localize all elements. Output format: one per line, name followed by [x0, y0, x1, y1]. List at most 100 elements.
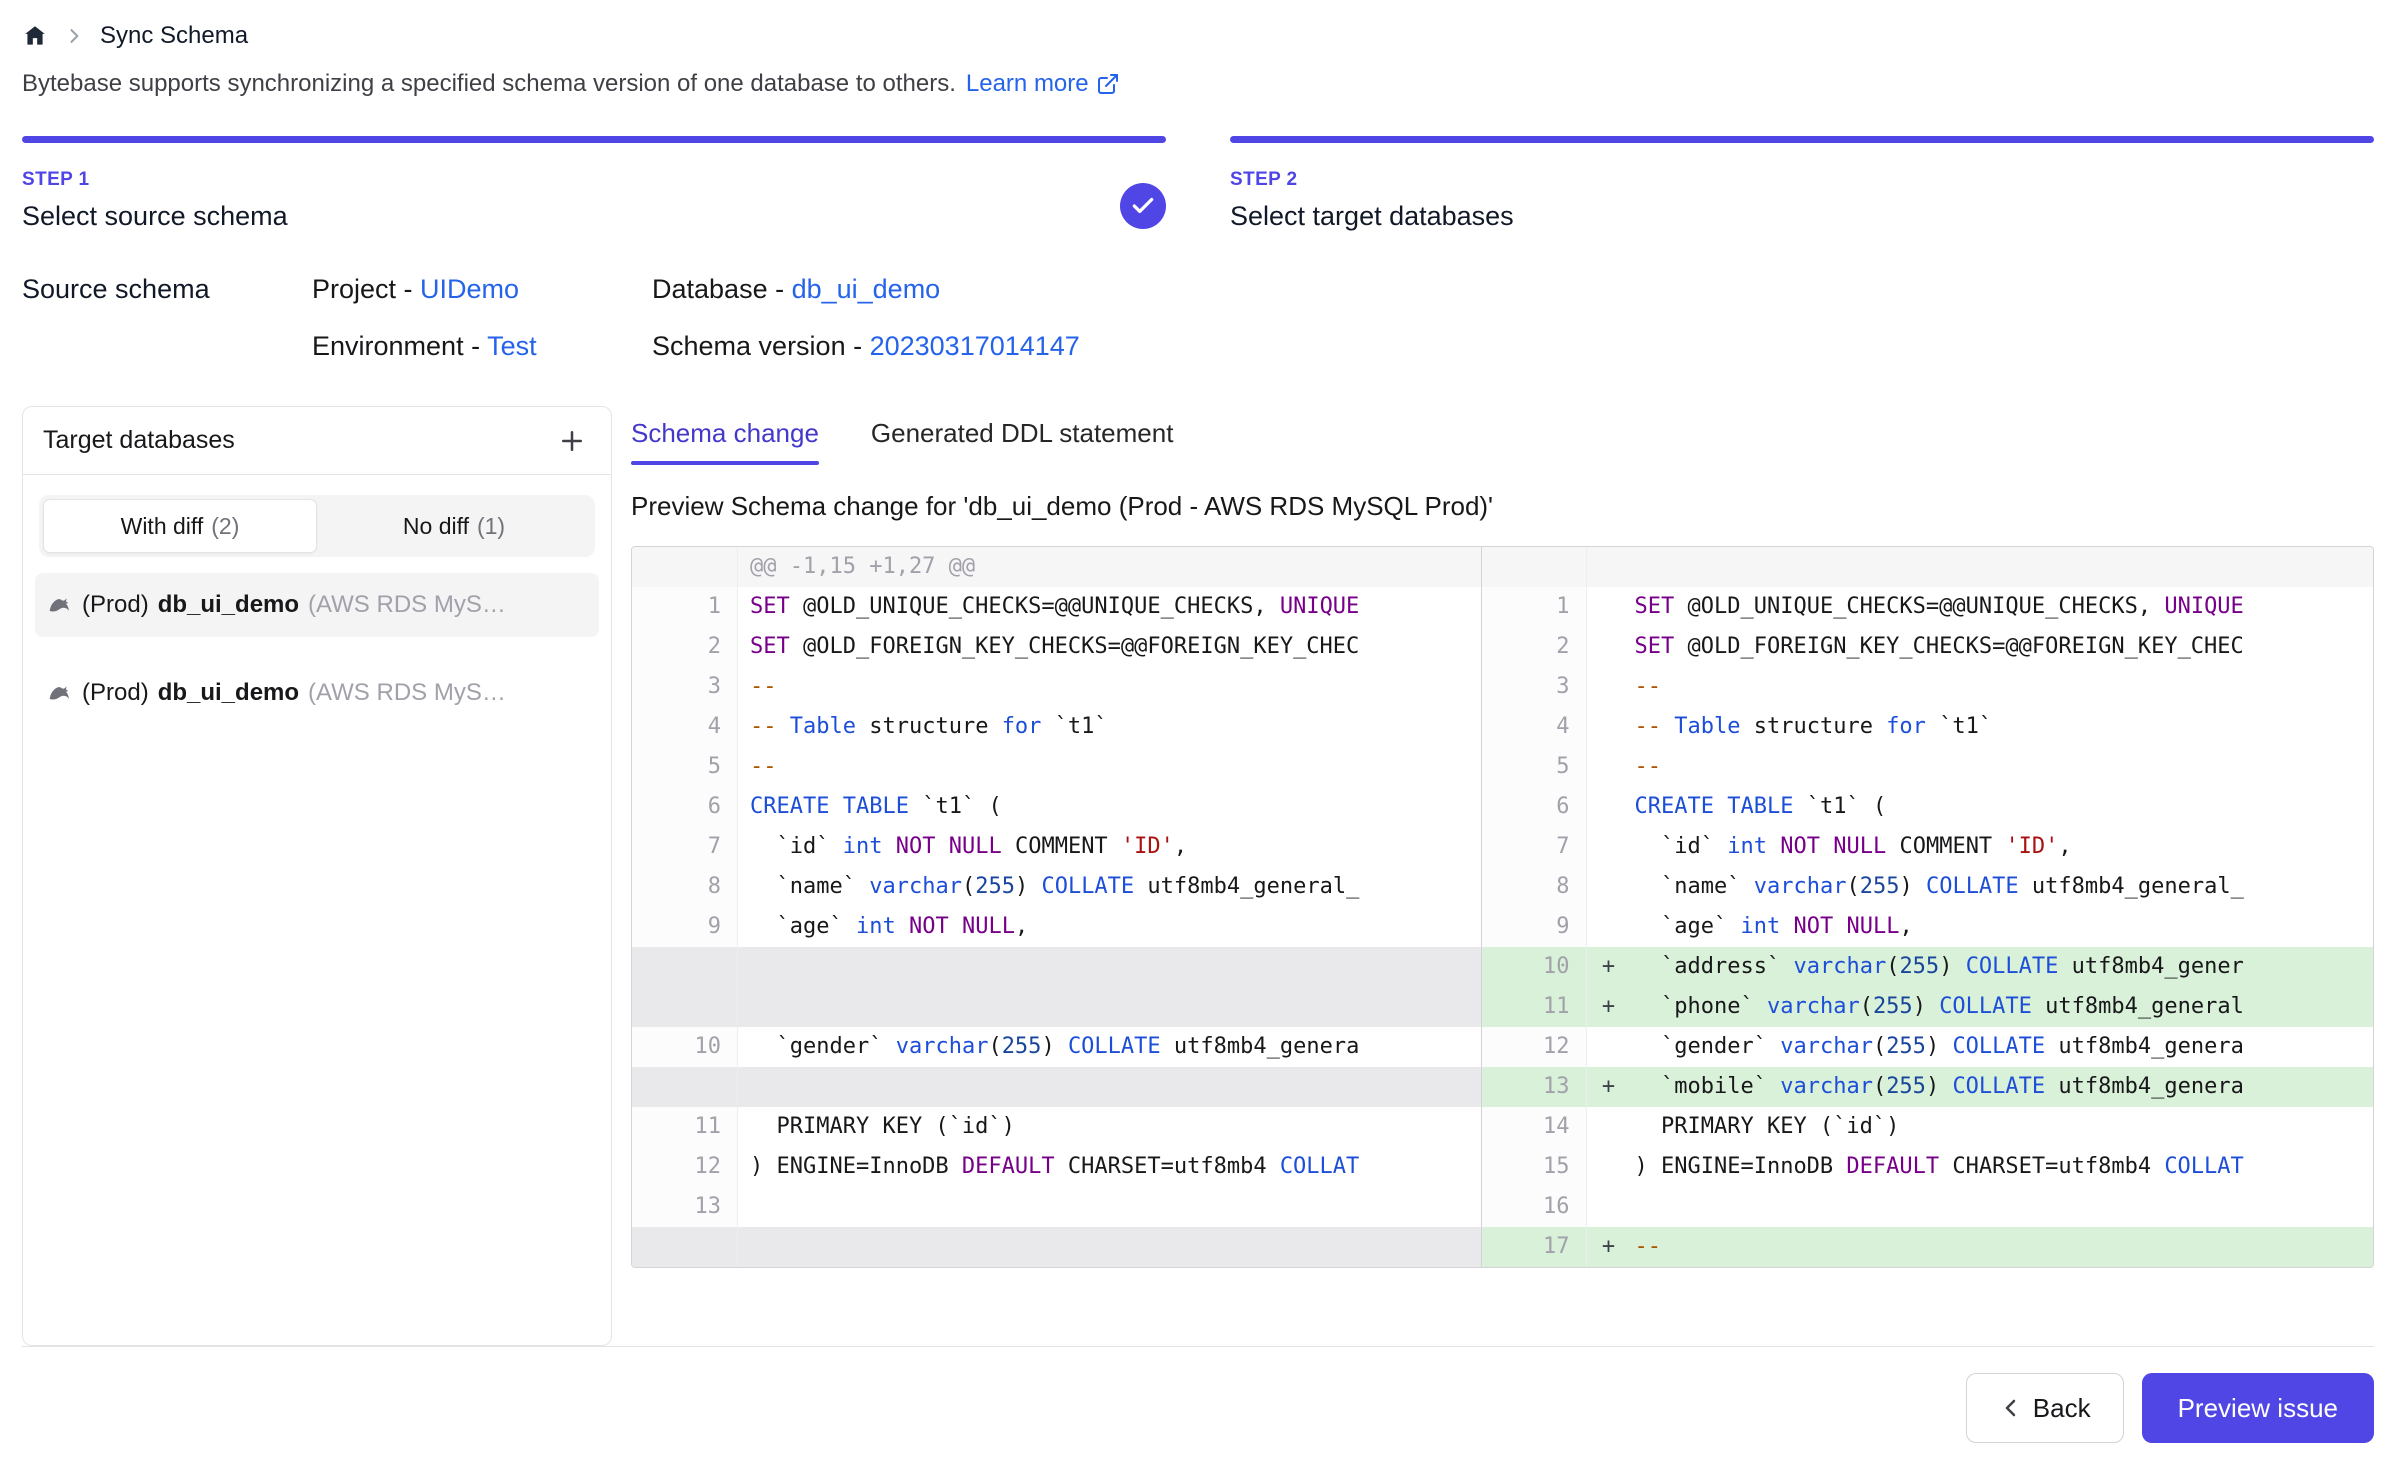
diff-line-number: 10 — [632, 1027, 738, 1067]
diff-code: -- — [1631, 667, 2374, 707]
with-diff-count: (2) — [211, 513, 239, 540]
no-diff-count: (1) — [477, 513, 505, 540]
diff-row: 6CREATE TABLE `t1` (6CREATE TABLE `t1` ( — [632, 787, 2373, 827]
tab-schema-change[interactable]: Schema change — [631, 418, 819, 465]
page-title: Sync Schema — [100, 22, 248, 50]
diff-code: SET @OLD_UNIQUE_CHECKS=@@UNIQUE_CHECKS, … — [1631, 587, 2374, 627]
plus-icon — [557, 426, 587, 456]
diff-add-marker — [1587, 1107, 1631, 1147]
diff-code: -- — [1631, 747, 2374, 787]
diff-line-number: 16 — [1481, 1187, 1587, 1227]
diff-add-marker — [1587, 667, 1631, 707]
diff-line-number — [1481, 547, 1587, 587]
back-button[interactable]: Back — [1966, 1373, 2124, 1443]
step-2: STEP 2 Select target databases — [1230, 136, 2374, 232]
diff-line-number: 11 — [1481, 987, 1587, 1027]
schema-version-field-label: Schema version - — [652, 331, 870, 361]
diff-code: CREATE TABLE `t1` ( — [738, 787, 1481, 827]
diff-line-number: 11 — [632, 1107, 738, 1147]
diff-line-number: 5 — [632, 747, 738, 787]
diff-row: 4-- Table structure for `t1`4-- Table st… — [632, 707, 2373, 747]
source-database-field: Database - db_ui_demo — [652, 274, 2374, 305]
database-link[interactable]: db_ui_demo — [792, 274, 941, 304]
tab-no-diff[interactable]: No diff (1) — [317, 499, 591, 553]
learn-more-link[interactable]: Learn more — [966, 70, 1120, 98]
add-target-database-button[interactable] — [553, 422, 591, 460]
sync-schema-page: Sync Schema Bytebase supports synchroniz… — [0, 0, 2396, 1443]
diff-code: -- Table structure for `t1` — [1631, 707, 2374, 747]
diff-line-number: 4 — [1481, 707, 1587, 747]
tab-with-diff[interactable]: With diff (2) — [43, 499, 317, 553]
diff-line-number: 9 — [1481, 907, 1587, 947]
diff-line-number: 17 — [1481, 1227, 1587, 1267]
diff-row: 1SET @OLD_UNIQUE_CHECKS=@@UNIQUE_CHECKS,… — [632, 587, 2373, 627]
diff-line-number: 1 — [1481, 587, 1587, 627]
diff-line-number: 10 — [1481, 947, 1587, 987]
schema-change-main: Schema change Generated DDL statement Pr… — [631, 406, 2374, 1268]
chevron-left-icon — [1999, 1396, 2023, 1420]
schema-view-tabs: Schema change Generated DDL statement — [631, 406, 2374, 465]
step-2-progress-bar — [1230, 136, 2374, 143]
environment-link[interactable]: Test — [487, 331, 537, 361]
diff-row: 11 PRIMARY KEY (`id`)14 PRIMARY KEY (`id… — [632, 1107, 2373, 1147]
diff-add-marker — [1587, 1187, 1631, 1227]
diff-code — [738, 1187, 1481, 1227]
diff-add-marker — [1587, 627, 1631, 667]
diff-line-number: 13 — [1481, 1067, 1587, 1107]
step-1-title: Select source schema — [22, 201, 288, 232]
external-link-icon — [1096, 72, 1120, 96]
diff-add-marker — [1587, 587, 1631, 627]
content-area: Target databases With diff (2) No diff (… — [22, 406, 2374, 1346]
diff-row: 3--3-- — [632, 667, 2373, 707]
target-panel-header: Target databases — [23, 407, 611, 475]
project-field-label: Project - — [312, 274, 420, 304]
step-1-progress-bar — [22, 136, 1166, 143]
diff-code — [1631, 547, 2374, 587]
diff-code: PRIMARY KEY (`id`) — [1631, 1107, 2374, 1147]
diff-add-marker — [1587, 867, 1631, 907]
diff-code: `address` varchar(255) COLLATE utf8mb4_g… — [1631, 947, 2374, 987]
project-link[interactable]: UIDemo — [420, 274, 519, 304]
diff-add-marker: + — [1587, 947, 1631, 987]
diff-add-marker: + — [1587, 1067, 1631, 1107]
database-engine-icon — [47, 592, 73, 618]
tab-generated-ddl[interactable]: Generated DDL statement — [871, 418, 1174, 465]
diff-code: SET @OLD_UNIQUE_CHECKS=@@UNIQUE_CHECKS, … — [738, 587, 1481, 627]
database-name: db_ui_demo — [158, 591, 299, 619]
home-icon[interactable] — [22, 23, 48, 49]
diff-row: 5--5-- — [632, 747, 2373, 787]
database-item-2[interactable]: (Prod) db_ui_demo (AWS RDS MyS… — [35, 661, 599, 725]
diff-add-marker — [1587, 827, 1631, 867]
diff-line-number: 2 — [1481, 627, 1587, 667]
preview-title: Preview Schema change for 'db_ui_demo (P… — [631, 491, 2374, 522]
step-1: STEP 1 Select source schema — [22, 136, 1166, 232]
schema-diff[interactable]: @@ -1,15 +1,27 @@1SET @OLD_UNIQUE_CHECKS… — [631, 546, 2374, 1268]
step-1-label: STEP 1 — [22, 169, 288, 191]
check-icon — [1130, 193, 1156, 219]
intro: Bytebase supports synchronizing a specif… — [22, 70, 2374, 98]
diff-add-marker — [1587, 747, 1631, 787]
schema-version-link[interactable]: 20230317014147 — [870, 331, 1080, 361]
with-diff-label: With diff — [121, 513, 204, 540]
source-schema-summary: Source schema Project - UIDemo Database … — [22, 274, 2374, 362]
diff-code: ) ENGINE=InnoDB DEFAULT CHARSET=utf8mb4 … — [1631, 1147, 2374, 1187]
source-schema-version-field: Schema version - 20230317014147 — [652, 331, 2374, 362]
step-1-completed-indicator — [1120, 183, 1166, 229]
diff-line-number: 6 — [1481, 787, 1587, 827]
diff-row: 7 `id` int NOT NULL COMMENT 'ID',7 `id` … — [632, 827, 2373, 867]
diff-row: 17+-- — [632, 1227, 2373, 1267]
database-field-label: Database - — [652, 274, 792, 304]
diff-code: -- — [738, 667, 1481, 707]
diff-line-number: 6 — [632, 787, 738, 827]
diff-row: @@ -1,15 +1,27 @@ — [632, 547, 2373, 587]
diff-add-marker: + — [1587, 1227, 1631, 1267]
preview-issue-button[interactable]: Preview issue — [2142, 1373, 2374, 1443]
diff-row: 8 `name` varchar(255) COLLATE utf8mb4_ge… — [632, 867, 2373, 907]
diff-code — [738, 947, 1481, 987]
environment-field-label: Environment - — [312, 331, 487, 361]
step-indicator: STEP 1 Select source schema STEP 2 Selec… — [22, 136, 2374, 232]
learn-more-label: Learn more — [966, 70, 1089, 98]
database-item-1[interactable]: (Prod) db_ui_demo (AWS RDS MyS… — [35, 573, 599, 637]
diff-line-number: 13 — [632, 1187, 738, 1227]
source-project-field: Project - UIDemo — [312, 274, 652, 305]
